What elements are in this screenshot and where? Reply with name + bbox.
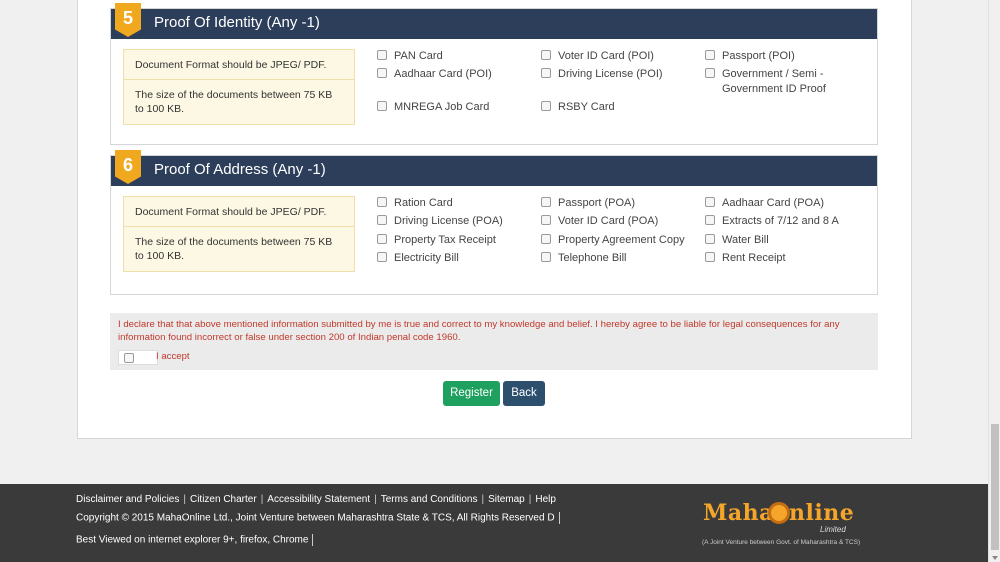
step-badge: 5 (115, 3, 141, 37)
checkbox[interactable] (541, 197, 551, 207)
step-badge: 6 (115, 150, 141, 184)
footer-link-accessibility[interactable]: Accessibility Statement (267, 494, 370, 505)
best-viewed: Best Viewed on internet explorer 9+, fir… (76, 534, 314, 546)
copyright-text: Copyright © 2015 MahaOnline Ltd., Joint … (76, 512, 555, 524)
poi-option[interactable]: Government / Semi - Government ID Proof (705, 67, 827, 97)
checkbox[interactable] (377, 68, 387, 78)
poa-option[interactable]: Passport (POA) (541, 196, 635, 211)
poi-option[interactable]: PAN Card (377, 49, 443, 64)
best-viewed-text: Best Viewed on internet explorer 9+, fir… (76, 534, 309, 546)
checkbox[interactable] (541, 234, 551, 244)
poa-option[interactable]: Voter ID Card (POA) (541, 214, 658, 229)
divider: | (374, 494, 377, 505)
scroll-down-icon[interactable] (992, 556, 998, 560)
checkbox[interactable] (705, 197, 715, 207)
poa-option[interactable]: Ration Card (377, 196, 453, 211)
poa-option[interactable]: Property Agreement Copy (541, 233, 685, 248)
checkbox[interactable] (377, 197, 387, 207)
checkbox[interactable] (541, 50, 551, 60)
footer: Disclaimer and Policies | Citizen Charter |… (0, 484, 988, 562)
section-title: Proof Of Identity (Any -1) (154, 14, 320, 31)
checkbox[interactable] (541, 101, 551, 111)
note-size: The size of the documents between 75 KB … (135, 89, 333, 115)
note-format: Document Format should be JPEG/ PDF. (124, 50, 354, 80)
accept-checkbox-wrap[interactable] (118, 350, 158, 365)
poa-option[interactable]: Telephone Bill (541, 251, 627, 266)
poi-option[interactable]: RSBY Card (541, 100, 615, 115)
accept-checkbox[interactable] (124, 353, 134, 363)
register-button[interactable]: Register (443, 381, 500, 406)
checkbox[interactable] (541, 68, 551, 78)
declaration-text: I declare that that above mentioned info… (118, 319, 840, 343)
proof-of-identity-section: 5 Proof Of Identity (Any -1) Document Fo… (110, 3, 878, 145)
footer-link-terms[interactable]: Terms and Conditions (381, 494, 478, 505)
poi-option[interactable]: Aadhaar Card (POI) (377, 67, 492, 82)
poa-option[interactable]: Aadhaar Card (POA) (705, 196, 824, 211)
document-note: Document Format should be JPEG/ PDF. The… (123, 196, 355, 272)
divider: | (481, 494, 485, 505)
poa-option[interactable]: Property Tax Receipt (377, 233, 496, 248)
checkbox[interactable] (541, 252, 551, 262)
logo-limited: Limited (820, 525, 846, 534)
checkbox[interactable] (705, 252, 715, 262)
checkbox[interactable] (705, 234, 715, 244)
accept-label: I accept (156, 351, 190, 362)
checkbox[interactable] (377, 101, 387, 111)
mahaonline-logo: Mahaonline Limited (A Joint Venture betw… (700, 498, 860, 556)
footer-links: Disclaimer and Policies | Citizen Charter |… (76, 494, 556, 505)
checkbox[interactable] (705, 50, 715, 60)
copyright: Copyright © 2015 MahaOnline Ltd., Joint … (76, 512, 560, 524)
poi-option[interactable]: Voter ID Card (POI) (541, 49, 654, 64)
divider (558, 512, 560, 524)
checkbox[interactable] (377, 252, 387, 262)
proof-of-address-section: 6 Proof Of Address (Any -1) Document For… (110, 150, 878, 295)
poi-option[interactable]: Driving License (POI) (541, 67, 663, 82)
document-note: Document Format should be JPEG/ PDF. The… (123, 49, 355, 125)
poa-option[interactable]: Rent Receipt (705, 251, 786, 266)
scrollbar-thumb[interactable] (991, 424, 999, 550)
divider: | (183, 494, 186, 505)
declaration-box: I declare that that above mentioned info… (110, 313, 878, 370)
checkbox[interactable] (705, 68, 715, 78)
sun-emblem-icon (768, 502, 790, 524)
checkbox[interactable] (377, 50, 387, 60)
checkbox[interactable] (377, 234, 387, 244)
divider: | (528, 494, 532, 505)
checkbox[interactable] (541, 215, 551, 225)
poa-option[interactable]: Electricity Bill (377, 251, 459, 266)
section-header: 6 Proof Of Address (Any -1) (111, 150, 877, 186)
footer-link-disclaimer[interactable]: Disclaimer and Policies (76, 494, 179, 505)
section-header: 5 Proof Of Identity (Any -1) (111, 3, 877, 39)
footer-link-citizen-charter[interactable]: Citizen Charter (190, 494, 257, 505)
poi-option[interactable]: MNREGA Job Card (377, 100, 489, 115)
divider (312, 534, 314, 546)
checkbox[interactable] (705, 215, 715, 225)
note-format: Document Format should be JPEG/ PDF. (124, 197, 354, 227)
scrollbar[interactable] (988, 0, 1000, 562)
divider: | (260, 494, 264, 505)
footer-link-help[interactable]: Help (535, 494, 556, 505)
poi-option[interactable]: Passport (POI) (705, 49, 795, 64)
poa-option[interactable]: Water Bill (705, 233, 769, 248)
footer-link-sitemap[interactable]: Sitemap (488, 494, 525, 505)
logo-tagline: (A Joint Venture between Govt. of Mahara… (702, 539, 861, 546)
poa-option[interactable]: Extracts of 7/12 and 8 A (705, 214, 839, 229)
section-title: Proof Of Address (Any -1) (154, 161, 326, 178)
note-size: The size of the documents between 75 KB … (135, 236, 333, 262)
poa-option[interactable]: Driving License (POA) (377, 214, 503, 229)
back-button[interactable]: Back (503, 381, 545, 406)
checkbox[interactable] (377, 215, 387, 225)
